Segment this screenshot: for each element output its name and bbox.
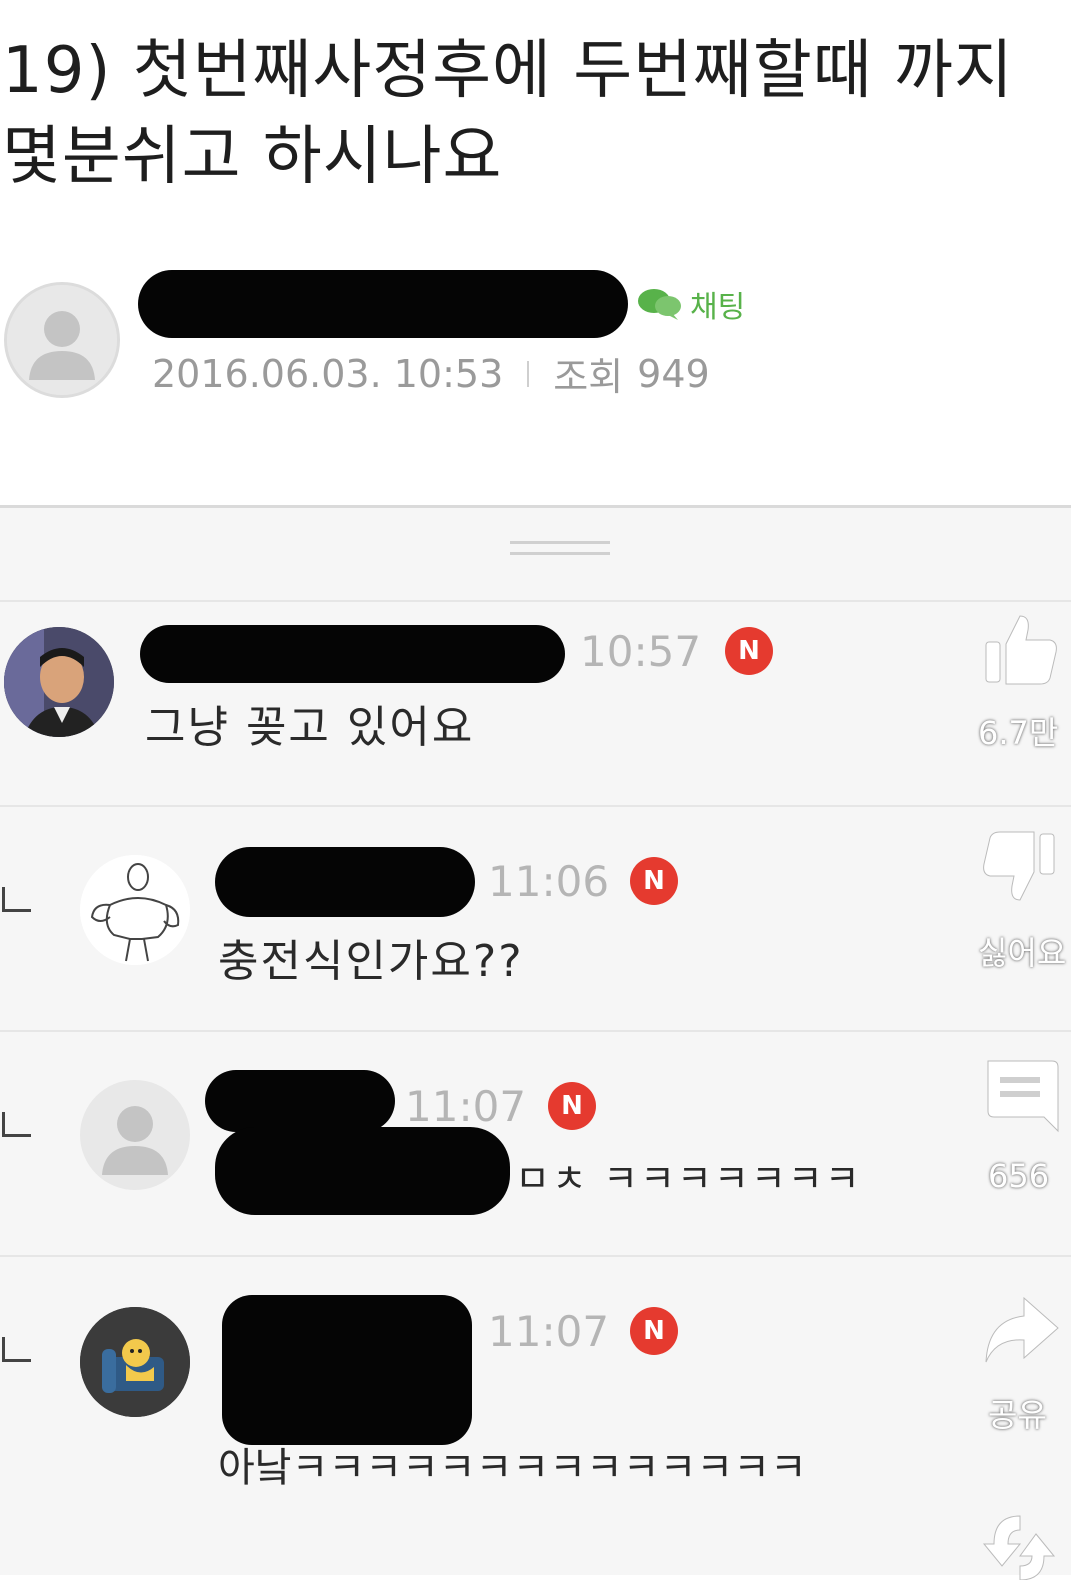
post-header: 19) 첫번째사정후에 두번째할때 까지 몇분쉬고 하시나요 채팅 2016.0… (0, 0, 1071, 505)
side-actions: 6.7만 싫어요 656 공유 (970, 600, 1071, 1580)
commenter-avatar[interactable] (80, 1307, 190, 1417)
reply-item: 11:07 N 아낰ㅋㅋㅋㅋㅋㅋㅋㅋㅋㅋㅋㅋㅋㅋ (0, 1257, 1071, 1557)
share-action[interactable]: 공유 (970, 1290, 1071, 1434)
comments-action[interactable]: 656 (970, 1055, 1071, 1195)
thumbs-down-icon[interactable] (980, 828, 1060, 908)
remix-action[interactable] (970, 1510, 1071, 1580)
meta-separator (527, 360, 530, 387)
dislike-label: 싫어요 (978, 934, 1067, 972)
like-count: 6.7만 (978, 714, 1059, 752)
row-separator (0, 600, 1071, 602)
comment-item: 10:57 N 그냥 꽂고 있어요 (0, 605, 1071, 805)
like-action[interactable]: 6.7만 (970, 608, 1071, 752)
comment-count: 656 (988, 1157, 1050, 1195)
comment-time: 11:07 (405, 1082, 527, 1131)
default-profile-icon (80, 1080, 190, 1190)
reply-item: 11:06 N 충전식인가요?? (0, 807, 1071, 1030)
comment-icon[interactable] (980, 1055, 1060, 1135)
reply-item: 11:07 N ㅁㅊ ㅋㅋㅋㅋㅋㅋㅋ (0, 1032, 1071, 1255)
author-avatar[interactable] (4, 282, 120, 398)
new-badge: N (630, 857, 678, 905)
new-badge: N (630, 1307, 678, 1355)
character-on-sofa-icon (80, 1307, 190, 1417)
views-label: 조회 (553, 355, 624, 399)
commenter-avatar[interactable] (80, 1080, 190, 1190)
default-profile-icon (7, 285, 117, 395)
commenter-avatar[interactable] (80, 855, 190, 965)
comment-time: 11:06 (488, 857, 610, 906)
comments-area: 10:57 N 그냥 꽂고 있어요 11:06 N 충전식인가요?? 11:07… (0, 505, 1071, 1575)
comment-text: 충전식인가요?? (218, 936, 524, 987)
remix-icon[interactable] (980, 1510, 1060, 1580)
dislike-action[interactable]: 싫어요 (970, 828, 1071, 972)
redacted-commenter-name (140, 625, 565, 683)
comment-time: 11:07 (488, 1307, 610, 1356)
redacted-commenter-name (215, 847, 475, 917)
new-badge: N (548, 1082, 596, 1130)
man-photo-icon (4, 627, 114, 737)
new-badge: N (725, 627, 773, 675)
post-meta: 2016.06.03. 10:53 조회 949 (152, 346, 710, 401)
muscle-drawing-icon (80, 855, 190, 965)
reply-indicator (2, 1112, 31, 1137)
views-count: 949 (637, 351, 710, 396)
drag-handle[interactable] (510, 541, 610, 557)
chat-bubble-icon (638, 289, 681, 320)
thumbs-up-icon[interactable] (980, 608, 1060, 688)
comment-time: 10:57 (580, 627, 702, 676)
comment-text: 아낰ㅋㅋㅋㅋㅋㅋㅋㅋㅋㅋㅋㅋㅋㅋ (218, 1445, 807, 1491)
chat-link[interactable]: 채팅 (636, 286, 745, 325)
redacted-author-name (138, 270, 628, 338)
divider (0, 505, 1071, 508)
comment-text: ㅁㅊ ㅋㅋㅋㅋㅋㅋㅋ (515, 1157, 862, 1201)
commenter-avatar[interactable] (4, 627, 114, 737)
share-icon[interactable] (980, 1290, 1060, 1370)
reply-indicator (2, 1337, 31, 1362)
redacted-commenter-name (222, 1295, 472, 1445)
redacted-commenter-name (205, 1070, 395, 1132)
chat-label: 채팅 (690, 290, 746, 325)
comment-text: 그냥 꽂고 있어요 (145, 702, 475, 753)
redacted-text-fragment (215, 1127, 510, 1215)
share-label: 공유 (988, 1396, 1047, 1434)
reply-indicator (2, 887, 31, 912)
post-title: 19) 첫번째사정후에 두번째할때 까지 몇분쉬고 하시나요 (2, 34, 1014, 194)
post-date: 2016.06.03. 10:53 (152, 351, 504, 396)
